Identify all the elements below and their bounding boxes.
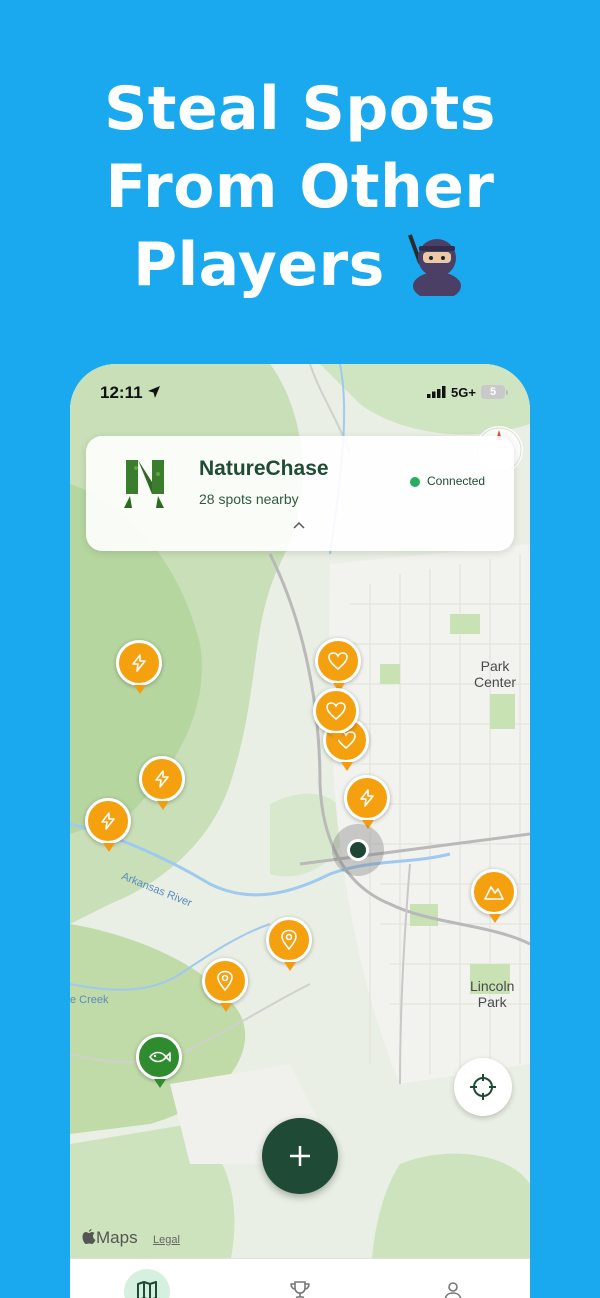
map-label-lincoln-park-text: Lincoln Park [470, 978, 515, 1010]
spot-pin-heart[interactable] [313, 688, 361, 746]
spot-pin-location[interactable] [202, 958, 250, 1016]
lightning-icon [101, 812, 115, 830]
mountain-icon [484, 886, 504, 900]
location-arrow-icon [148, 386, 160, 398]
map-label-creek: e Creek [70, 994, 109, 1006]
location-marker-icon [281, 929, 297, 951]
map-icon [137, 1281, 157, 1298]
lightning-icon [360, 789, 374, 807]
map-label-park-center: Park Center [474, 658, 516, 690]
apple-logo-icon [82, 1229, 96, 1244]
maps-attribution-text: Maps [96, 1228, 138, 1247]
chevron-up-icon[interactable] [292, 520, 306, 530]
app-info-card[interactable]: NatureChase 28 spots nearby Connected [86, 436, 514, 551]
recenter-location-button[interactable] [454, 1058, 512, 1116]
add-spot-button[interactable] [262, 1118, 338, 1194]
spot-pin-lightning[interactable] [85, 798, 133, 856]
map-label-lincoln-park: Lincoln Park [470, 978, 514, 1010]
spots-nearby-count: 28 spots nearby [199, 491, 299, 507]
tab-profile[interactable] [430, 1269, 476, 1298]
legal-link[interactable]: Legal [153, 1234, 180, 1246]
app-title: NatureChase [199, 457, 329, 480]
heart-icon [326, 702, 346, 721]
status-bar: 12:11 5G+ 5 [70, 364, 530, 420]
phone-screen: 12:11 5G+ 5 NatureChase 28 spots nearby [70, 364, 530, 1298]
location-marker-icon [217, 970, 233, 992]
heart-icon [328, 652, 348, 671]
spot-pin-location[interactable] [266, 917, 314, 975]
headline-line-2: From Other [105, 152, 495, 222]
headline-line-1: Steal Spots [104, 74, 496, 144]
lightning-icon [132, 654, 146, 672]
map-label-park-center-text: Park Center [474, 658, 517, 690]
headline-line-3: Players [0, 226, 600, 304]
crosshair-icon [470, 1074, 496, 1100]
spot-pin-fish[interactable] [136, 1034, 184, 1092]
user-location-marker [332, 824, 384, 876]
profile-icon [444, 1282, 462, 1298]
lightning-icon [155, 770, 169, 788]
headline-line-3-text: Players [133, 230, 385, 300]
status-time: 12:11 [100, 383, 143, 402]
trophy-icon [290, 1281, 310, 1298]
tab-bar [70, 1258, 530, 1298]
headline: Steal Spots From Other Players [0, 70, 600, 304]
tab-leaderboard[interactable] [277, 1269, 323, 1298]
naturechase-logo-icon [124, 460, 164, 508]
tab-map[interactable] [124, 1269, 170, 1298]
battery-level: 5 [481, 385, 505, 399]
fish-icon [149, 1051, 171, 1063]
connected-status-dot [410, 477, 420, 487]
user-location-dot [347, 839, 369, 861]
plus-icon [290, 1146, 310, 1166]
spot-pin-lightning[interactable] [116, 640, 164, 698]
ninja-emoji-icon [407, 234, 461, 297]
signal-bars-icon [427, 386, 446, 398]
spot-pin-mountain[interactable] [471, 869, 519, 927]
battery-tip [506, 390, 508, 395]
network-type: 5G+ [451, 385, 476, 400]
maps-attribution: Maps [82, 1228, 138, 1248]
connection-status: Connected [427, 474, 486, 488]
spot-pin-lightning[interactable] [139, 756, 187, 814]
